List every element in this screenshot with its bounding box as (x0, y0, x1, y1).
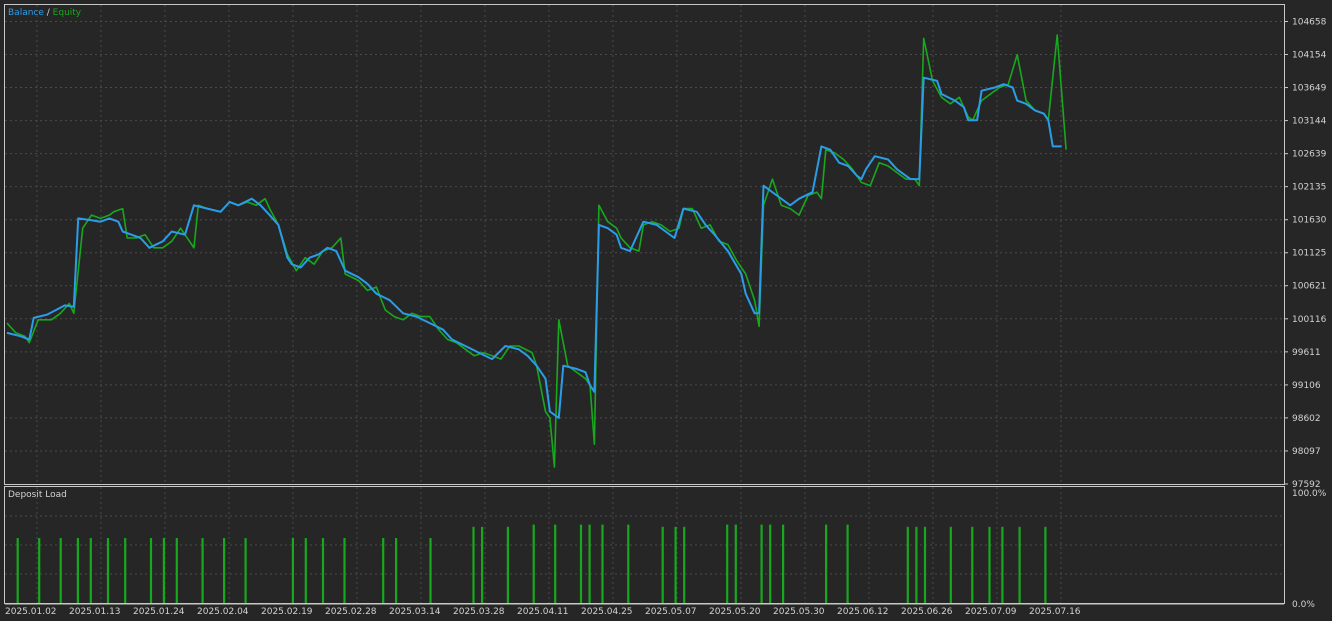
deposit-load-bar (124, 538, 127, 603)
chart-legend: Balance / Equity (8, 8, 82, 18)
deposit-load-bar (429, 538, 432, 603)
deposit-load-bar (554, 524, 557, 603)
load-tick-bottom: 0.0% (1292, 600, 1315, 610)
deposit-load-bar (923, 526, 927, 603)
deposit-load-title: Deposit Load (8, 490, 67, 500)
x-tick-label: 2025.03.14 (389, 607, 441, 617)
deposit-load-bar (906, 526, 909, 603)
deposit-load-bar (395, 538, 398, 603)
deposit-load-bar (321, 538, 325, 603)
deposit-load-bar (16, 538, 19, 603)
deposit-load-bar (76, 538, 79, 603)
deposit-load-bar (149, 538, 153, 603)
x-tick-label: 2025.07.09 (965, 607, 1017, 617)
deposit-load-bar (106, 538, 110, 603)
load-tick-top: 100.0% (1292, 489, 1327, 499)
deposit-load-bar (201, 538, 204, 603)
y-tick-label: 98097 (1292, 447, 1321, 457)
deposit-load-bar (38, 538, 41, 603)
deposit-load-bar (1001, 526, 1004, 603)
deposit-load-bar (825, 524, 828, 603)
x-tick-label: 2025.03.28 (453, 607, 505, 617)
legend-equity: Equity (53, 8, 82, 18)
deposit-load-bar (588, 524, 591, 603)
y-tick-label: 99106 (1292, 381, 1321, 391)
deposit-load-bar (481, 526, 484, 603)
y-tick-label: 102135 (1292, 183, 1326, 193)
x-tick-label: 2025.05.07 (645, 607, 697, 617)
trading-report-chart: 104658 104154 103649 103144 102639 102135 1016… (0, 0, 1332, 621)
deposit-load-bar (769, 524, 772, 603)
deposit-load-bar (223, 538, 226, 603)
x-tick-label: 2025.01.24 (133, 607, 185, 617)
deposit-load-bar (683, 526, 686, 603)
y-tick-label: 104154 (1292, 50, 1327, 60)
deposit-load-bar (291, 538, 294, 603)
deposit-load-bar (971, 526, 974, 603)
y-tick-label: 98602 (1292, 414, 1321, 424)
deposit-load-bar (382, 538, 385, 603)
x-tick-label: 2025.01.02 (5, 607, 57, 617)
deposit-load-bar (304, 538, 307, 603)
legend-separator: / (44, 8, 53, 18)
x-tick-label: 2025.02.19 (261, 607, 313, 617)
deposit-load-bar (760, 524, 763, 603)
chart-background (0, 0, 1332, 621)
y-tick-label: 103649 (1292, 84, 1327, 94)
deposit-load-bar (734, 524, 737, 603)
deposit-load-bar (782, 524, 785, 603)
deposit-load-bar (89, 538, 92, 603)
x-tick-label: 2025.02.28 (325, 607, 377, 617)
legend-balance: Balance (8, 8, 44, 18)
x-tick-label: 2025.06.12 (837, 607, 889, 617)
x-tick-label: 2025.01.13 (69, 607, 121, 617)
y-tick-label: 100621 (1292, 282, 1326, 292)
deposit-load-bar (601, 524, 604, 603)
deposit-load-bar (674, 526, 677, 603)
deposit-load-bar (988, 526, 991, 603)
y-tick-label: 102639 (1292, 150, 1327, 160)
x-tick-label: 2025.04.11 (517, 607, 569, 617)
deposit-load-bar (59, 538, 62, 603)
x-tick-label: 2025.05.20 (709, 607, 761, 617)
y-tick-label: 100116 (1292, 315, 1327, 325)
y-tick-label: 101125 (1292, 249, 1326, 259)
y-tick-label: 104658 (1292, 17, 1327, 27)
deposit-load-bar (579, 524, 583, 603)
deposit-load-bar (343, 538, 346, 603)
deposit-load-bar (915, 526, 918, 603)
deposit-load-bar (949, 526, 952, 603)
deposit-load-bar (726, 524, 729, 603)
deposit-load-bar (175, 538, 178, 603)
x-tick-label: 2025.05.30 (773, 607, 825, 617)
x-tick-label: 2025.04.25 (581, 607, 633, 617)
deposit-load-bar (506, 526, 509, 603)
deposit-load-bar (244, 538, 247, 603)
x-tick-label: 2025.07.16 (1029, 607, 1081, 617)
x-tick-label: 2025.02.04 (197, 607, 249, 617)
y-tick-label: 99611 (1292, 348, 1321, 358)
y-tick-label: 101630 (1292, 216, 1327, 226)
deposit-load-bar (1018, 526, 1021, 603)
deposit-load-bar (472, 526, 475, 603)
x-tick-label: 2025.06.26 (901, 607, 953, 617)
deposit-load-bar (1044, 526, 1047, 603)
deposit-load-bar (627, 524, 630, 603)
deposit-load-bar (846, 524, 849, 603)
deposit-load-bar (162, 538, 165, 603)
deposit-load-bar (532, 524, 535, 603)
y-tick-label: 103144 (1292, 117, 1327, 127)
deposit-load-bar (661, 526, 664, 603)
